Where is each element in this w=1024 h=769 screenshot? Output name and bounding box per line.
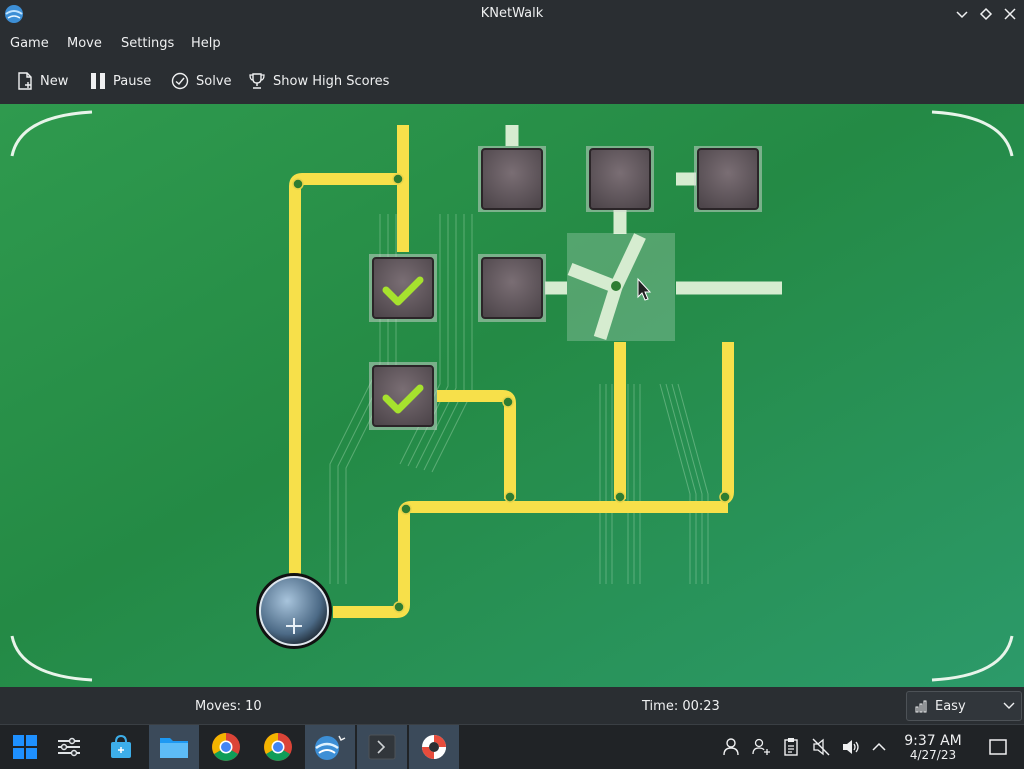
window-title: KNetWalk [480, 6, 544, 21]
taskbar-chrome[interactable] [201, 725, 251, 769]
start-menu-icon [13, 735, 37, 759]
show-high-scores-button[interactable]: Show High Scores [248, 70, 389, 92]
solve-label: Solve [196, 73, 232, 89]
taskbar-chrome[interactable] [253, 725, 303, 769]
trophy-icon [249, 73, 265, 89]
start-menu-button[interactable] [0, 725, 50, 769]
user-switch-icon[interactable] [751, 737, 771, 757]
volume-muted-icon[interactable] [811, 737, 831, 757]
computer-chip[interactable] [586, 146, 654, 212]
folder-icon [160, 738, 188, 758]
show-desktop-icon[interactable] [988, 737, 1008, 757]
signal-bars-icon [915, 700, 927, 713]
pause-icon [91, 73, 105, 89]
show-high-scores-label: Show High Scores [273, 73, 390, 89]
menu-settings[interactable]: Settings [121, 36, 174, 51]
clipboard-icon[interactable] [781, 737, 801, 757]
knetwalk-icon [315, 735, 346, 760]
solve-button[interactable]: Solve [171, 70, 232, 92]
chevron-down-icon [1003, 702, 1015, 709]
taskbar-help-center[interactable] [409, 725, 459, 769]
clock-date[interactable]: 4/27/23 [896, 748, 970, 762]
taskbar-knetwalk[interactable] [305, 725, 355, 769]
user-icon[interactable] [721, 737, 741, 757]
lifebuoy-icon [422, 735, 446, 759]
time-counter: Time: 00:23 [642, 699, 720, 714]
menu-bar: Game Move Settings Help [0, 30, 1024, 58]
pause-button[interactable]: Pause [90, 70, 151, 92]
new-label: New [40, 73, 69, 89]
computer-chip-connected[interactable] [369, 254, 437, 322]
difficulty-value: Easy [935, 698, 966, 714]
title-bar: KNetWalk [0, 0, 1024, 30]
menu-game[interactable]: Game [10, 36, 49, 51]
close-icon[interactable] [1002, 6, 1018, 22]
difficulty-select[interactable]: Easy [906, 691, 1022, 721]
shopping-bag-icon [111, 734, 131, 758]
status-bar: Moves: 10 Time: 00:23 Easy [0, 687, 1024, 724]
menu-move[interactable]: Move [67, 36, 102, 51]
settings-sliders-icon [58, 737, 80, 757]
maximize-icon[interactable] [978, 6, 994, 22]
server-node[interactable] [256, 573, 332, 649]
chevron-up-icon[interactable] [869, 737, 889, 757]
new-document-icon [18, 72, 32, 90]
clock-time[interactable]: 9:37 AM [896, 733, 970, 749]
toolbar: New Pause Solve Show High Scores [0, 58, 1024, 105]
minimize-icon[interactable] [954, 6, 970, 22]
chrome-icon [264, 733, 292, 761]
moves-counter: Moves: 10 [195, 699, 262, 714]
taskbar-discover[interactable] [96, 725, 146, 769]
computer-chip[interactable] [694, 146, 762, 212]
pause-label: Pause [113, 73, 152, 89]
terminal-icon [368, 734, 396, 760]
taskbar: 9:37 AM 4/27/23 [0, 724, 1024, 769]
menu-help[interactable]: Help [191, 36, 221, 51]
taskbar-system-settings[interactable] [44, 725, 94, 769]
chrome-icon [212, 733, 240, 761]
new-button[interactable]: New [17, 70, 68, 92]
game-board[interactable] [0, 104, 1024, 687]
computer-chip-connected[interactable] [369, 362, 437, 430]
computer-chip[interactable] [478, 254, 546, 322]
taskbar-file-manager[interactable] [149, 725, 199, 769]
volume-icon[interactable] [841, 737, 861, 757]
computer-chip[interactable] [478, 146, 546, 212]
taskbar-konsole[interactable] [357, 725, 407, 769]
selected-tile-node [611, 281, 621, 291]
check-circle-icon [171, 72, 189, 90]
